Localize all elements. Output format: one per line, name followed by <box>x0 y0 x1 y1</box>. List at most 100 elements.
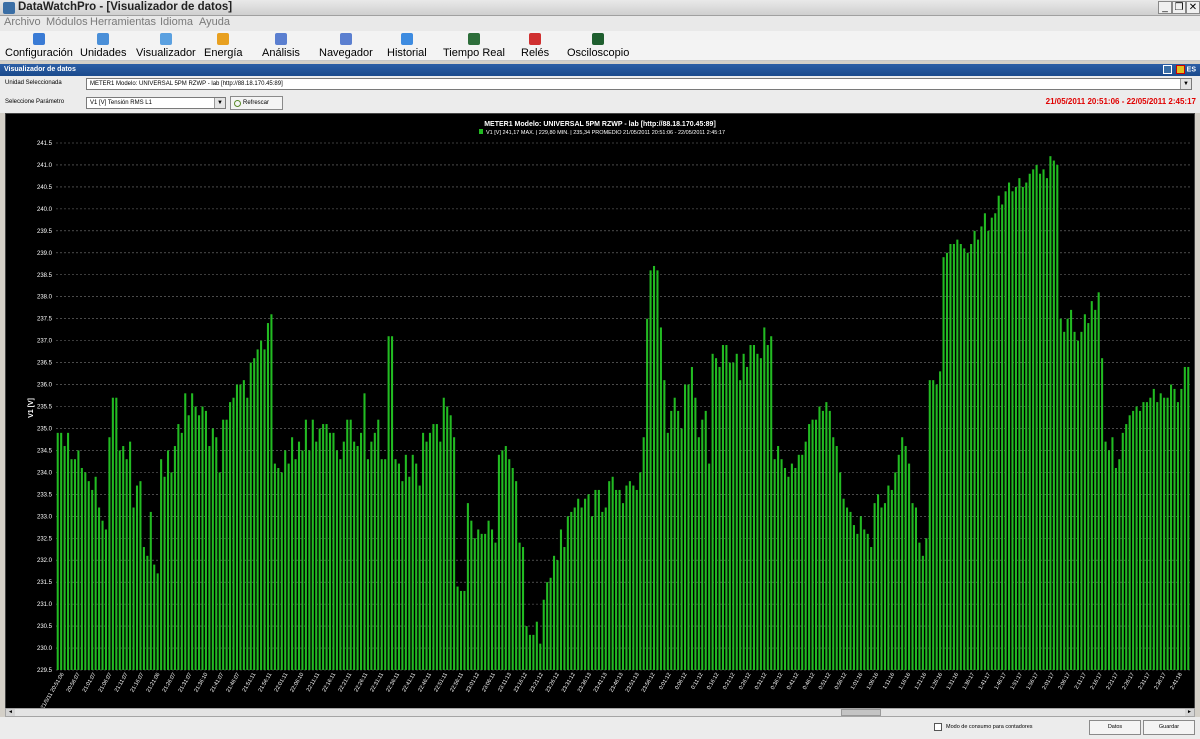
bar <box>1118 459 1121 670</box>
gear-icon <box>32 33 45 45</box>
x-tick-label: 21:36:10 <box>194 672 210 694</box>
scroll-thumb[interactable] <box>841 709 881 716</box>
bar <box>1111 437 1114 670</box>
x-tick-label: 22:36:11 <box>385 672 401 693</box>
help-icon[interactable] <box>1162 65 1172 74</box>
scroll-left-icon[interactable]: ◄ <box>6 709 15 716</box>
bar <box>504 446 507 670</box>
x-tick-label: 21:21:06 <box>146 672 162 694</box>
toolbar-button-chart[interactable]: Visualizador <box>136 33 196 59</box>
bar <box>115 397 118 670</box>
bar <box>1173 388 1176 670</box>
toolbar-button-browser[interactable]: Navegador <box>319 33 373 59</box>
bar <box>663 380 666 670</box>
bar <box>125 459 128 670</box>
bar <box>973 230 976 670</box>
toolbar-button-realtime[interactable]: Tiempo Real <box>443 33 505 59</box>
bar <box>749 345 752 670</box>
bar <box>394 459 397 670</box>
horizontal-scrollbar[interactable]: ◄ ► <box>5 708 1195 717</box>
toolbar-button-gear[interactable]: Configuración <box>5 33 73 59</box>
bar <box>1004 191 1007 670</box>
scroll-right-icon[interactable]: ► <box>1185 709 1194 716</box>
panel-title: Visualizador de datos <box>4 66 76 73</box>
y-tick-label: 229.5 <box>37 668 53 674</box>
chevron-down-icon[interactable]: ▼ <box>1180 79 1191 89</box>
bar <box>1063 331 1066 670</box>
bar <box>856 533 859 670</box>
bar <box>1083 314 1086 670</box>
bar <box>1142 402 1145 670</box>
x-tick-label: 22:06:10 <box>289 672 305 694</box>
datos-button[interactable]: Datos <box>1089 720 1141 735</box>
x-tick-label: 2:01:17 <box>1042 672 1056 691</box>
bar <box>687 384 690 670</box>
param-select[interactable]: V1 [V] Tensión RMS L1 ▼ <box>86 97 226 109</box>
bar <box>559 529 562 670</box>
bar <box>191 393 194 670</box>
bar <box>870 547 873 670</box>
voltage-chart: METER1 Modelo: UNIVERSAL 5PM RZWP - lab … <box>28 121 1190 710</box>
close-button[interactable]: ✕ <box>1186 1 1200 14</box>
unit-select[interactable]: METER1 Modelo: UNIVERSAL 5PM RZWP - lab … <box>86 78 1192 90</box>
toolbar-button-relay[interactable]: Relés <box>521 33 549 59</box>
bar <box>508 459 511 670</box>
language-label[interactable]: ES <box>1187 66 1196 73</box>
toolbar-button-history[interactable]: Historial <box>387 33 427 59</box>
bar <box>808 424 811 670</box>
menu-item-ayuda[interactable]: Ayuda <box>199 16 230 28</box>
menu-item-módulos[interactable]: Módulos <box>46 16 88 28</box>
x-tick-label: 23:36:13 <box>577 672 593 694</box>
bar <box>625 485 628 670</box>
toolbar-label: Tiempo Real <box>443 47 505 59</box>
menu-item-idioma[interactable]: Idioma <box>160 16 193 28</box>
bar <box>328 432 332 670</box>
bar <box>497 454 500 670</box>
toolbar-button-oscilloscope[interactable]: Osciloscopio <box>567 33 629 59</box>
bar <box>656 270 659 670</box>
consumo-checkbox[interactable] <box>934 723 942 731</box>
bar <box>242 380 245 670</box>
bar <box>442 397 445 670</box>
bar <box>194 406 197 670</box>
bar <box>346 419 349 670</box>
chevron-down-icon[interactable]: ▼ <box>214 98 225 108</box>
bar <box>618 489 621 670</box>
bar <box>1056 164 1059 670</box>
bar <box>1035 164 1038 670</box>
bar <box>994 213 997 670</box>
x-tick-label: 1:41:17 <box>978 672 992 691</box>
y-tick-label: 239.5 <box>37 229 53 235</box>
bar <box>914 507 918 670</box>
bar <box>229 402 232 670</box>
toolbar-button-devices[interactable]: Unidades <box>80 33 126 59</box>
bar <box>387 336 390 670</box>
bar <box>649 270 652 670</box>
minimize-button[interactable]: _ <box>1158 1 1172 14</box>
bar <box>163 476 166 670</box>
bar <box>1107 450 1111 670</box>
bar <box>883 503 886 670</box>
menu-item-archivo[interactable]: Archivo <box>4 16 41 28</box>
x-tick-label: 2:41:18 <box>1169 672 1183 691</box>
bar <box>166 450 170 670</box>
bar <box>1076 340 1080 671</box>
refresh-button[interactable]: Refrescar <box>230 96 283 110</box>
bar <box>1156 402 1159 670</box>
restore-button[interactable]: ❐ <box>1172 1 1186 14</box>
toolbar-button-energy[interactable]: Energía <box>204 33 243 59</box>
bar <box>601 511 604 670</box>
bar <box>759 358 762 670</box>
guardar-button[interactable]: Guardar <box>1143 720 1195 735</box>
bar <box>718 366 721 670</box>
bar <box>842 498 845 670</box>
toolbar-button-analysis[interactable]: Análisis <box>262 33 300 59</box>
bar <box>704 410 707 670</box>
bar <box>832 437 835 670</box>
bar <box>318 428 321 670</box>
flag-icon[interactable] <box>1175 65 1185 74</box>
menu-item-herramientas[interactable]: Herramientas <box>90 16 156 28</box>
bar <box>873 503 876 670</box>
bar <box>553 555 556 670</box>
y-tick-label: 234.5 <box>37 448 53 454</box>
